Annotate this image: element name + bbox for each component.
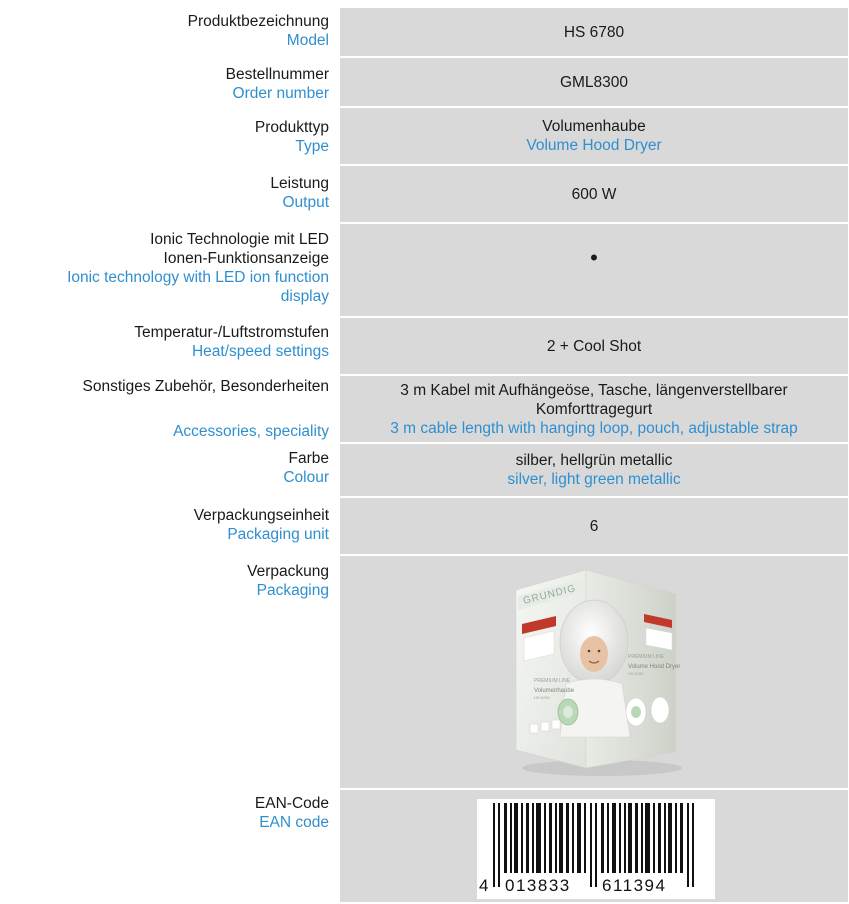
- box-series-right-text: PREMIUM LINE: [628, 654, 665, 660]
- label-de: Verpackungseinheit: [193, 507, 329, 524]
- label-de: Bestellnummer: [225, 66, 329, 83]
- value-type: Volumenhaube Volume Hood Dryer: [340, 108, 848, 164]
- row-heat-speed: Temperatur-/Luftstromstufen Heat/speed s…: [0, 318, 849, 374]
- label-type: Produkttyp Type: [0, 118, 329, 156]
- label-heat-speed: Temperatur-/Luftstromstufen Heat/speed s…: [0, 323, 329, 361]
- value-de-line1: 3 m Kabel mit Aufhängeöse, Tasche, länge…: [400, 381, 788, 399]
- box-model-right-text: HS 6780: [628, 671, 644, 676]
- value-en: 3 m cable length with hanging loop, pouc…: [390, 419, 798, 437]
- row-accessories: Sonstiges Zubehör, Besonderheiten Access…: [0, 376, 849, 442]
- value-de: Volumenhaube: [542, 118, 646, 135]
- label-colour: Farbe Colour: [0, 449, 329, 487]
- box-series-text: PREMIUM LINE: [534, 678, 571, 684]
- box-name-de-text: Volumenhaube: [534, 688, 575, 694]
- label-de-line1: Ionic Technologie mit LED: [150, 231, 329, 248]
- label-de: Farbe: [288, 450, 330, 467]
- row-type: Produkttyp Type Volumenhaube Volume Hood…: [0, 108, 849, 164]
- row-packaging: Verpackung Packaging GRUNDIG PREMIUM LIN…: [0, 556, 849, 788]
- value-text: 600 W: [571, 185, 617, 203]
- value-de-line2: Komforttragegurt: [535, 400, 653, 418]
- label-en: Model: [286, 32, 329, 49]
- label-en: Heat/speed settings: [191, 343, 329, 360]
- label-en: EAN code: [259, 814, 329, 831]
- value-accessories: 3 m Kabel mit Aufhängeöse, Tasche, länge…: [340, 376, 848, 442]
- value-packaging: GRUNDIG PREMIUM LINE Volumenhaube HS 678…: [340, 556, 848, 788]
- value-text: 2 + Cool Shot: [546, 337, 642, 355]
- row-ean: EAN-Code EAN code: [0, 790, 849, 902]
- value-en: Volume Hood Dryer: [526, 137, 662, 154]
- label-accessories: Sonstiges Zubehör, Besonderheiten Access…: [0, 377, 329, 443]
- label-en: Order number: [232, 85, 329, 102]
- label-output: Leistung Output: [0, 174, 329, 212]
- label-de: Produktbezeichnung: [187, 13, 329, 30]
- row-order-number: Bestellnummer Order number GML8300: [0, 58, 849, 106]
- value-de: silber, hellgrün metallic: [515, 452, 673, 469]
- label-en: Packaging unit: [227, 526, 329, 543]
- ean-digits-right: 611394: [602, 876, 666, 895]
- label-de: Sonstiges Zubehör, Besonderheiten: [82, 378, 329, 395]
- row-colour: Farbe Colour silber, hellgrün metallic s…: [0, 444, 849, 496]
- value-text: GML8300: [559, 73, 629, 91]
- box-model-left-text: HS 6780: [534, 695, 550, 700]
- label-ean: EAN-Code EAN code: [0, 794, 329, 832]
- value-text: HS 6780: [563, 23, 625, 41]
- label-en-line1: Ionic technology with LED ion function: [67, 269, 329, 286]
- value-colour: silber, hellgrün metallic silver, light …: [340, 444, 848, 496]
- label-de: Temperatur-/Luftstromstufen: [134, 324, 329, 341]
- barcode: 4 013833 611394: [477, 799, 715, 899]
- label-packaging-unit: Verpackungseinheit Packaging unit: [0, 506, 329, 544]
- value-order-number: GML8300: [340, 58, 848, 106]
- label-order-number: Bestellnummer Order number: [0, 65, 329, 103]
- bullet-mark: •: [590, 245, 598, 270]
- label-de: Produkttyp: [254, 119, 329, 136]
- label-ionic: Ionic Technologie mit LED Ionen-Funktion…: [0, 230, 329, 306]
- value-en: silver, light green metallic: [507, 471, 681, 488]
- label-de: Leistung: [270, 175, 329, 192]
- label-en-line2: display: [280, 288, 329, 305]
- label-en: Packaging: [256, 582, 329, 599]
- barcode-image: 4 013833 611394: [479, 803, 694, 895]
- box-name-en-text: Volume Hood Dryer: [628, 664, 680, 670]
- label-packaging: Verpackung Packaging: [0, 562, 329, 600]
- label-de: Verpackung: [247, 563, 329, 580]
- value-ionic: •: [340, 224, 848, 316]
- value-model: HS 6780: [340, 8, 848, 56]
- label-en: Type: [295, 138, 329, 155]
- label-de: EAN-Code: [254, 795, 329, 812]
- value-output: 600 W: [340, 166, 848, 222]
- ean-digits-left: 013833: [505, 876, 571, 895]
- ean-digit-first: 4: [479, 876, 488, 895]
- row-packaging-unit: Verpackungseinheit Packaging unit 6: [0, 498, 849, 554]
- label-model: Produktbezeichnung Model: [0, 12, 329, 50]
- product-box-image: GRUNDIG PREMIUM LINE Volumenhaube HS 678…: [515, 569, 682, 776]
- row-output: Leistung Output 600 W: [0, 166, 849, 222]
- value-heat-speed: 2 + Cool Shot: [340, 318, 848, 374]
- spec-sheet: Produktbezeichnung Model HS 6780 Bestell…: [0, 0, 849, 903]
- row-model: Produktbezeichnung Model HS 6780: [0, 8, 849, 56]
- label-en: Accessories, speciality: [173, 423, 329, 440]
- value-packaging-unit: 6: [340, 498, 848, 554]
- label-en: Output: [282, 194, 329, 211]
- label-de-line2: Ionen-Funktionsanzeige: [163, 250, 329, 267]
- row-ionic: Ionic Technologie mit LED Ionen-Funktion…: [0, 224, 849, 316]
- value-text: 6: [589, 517, 599, 535]
- label-en: Colour: [283, 469, 329, 486]
